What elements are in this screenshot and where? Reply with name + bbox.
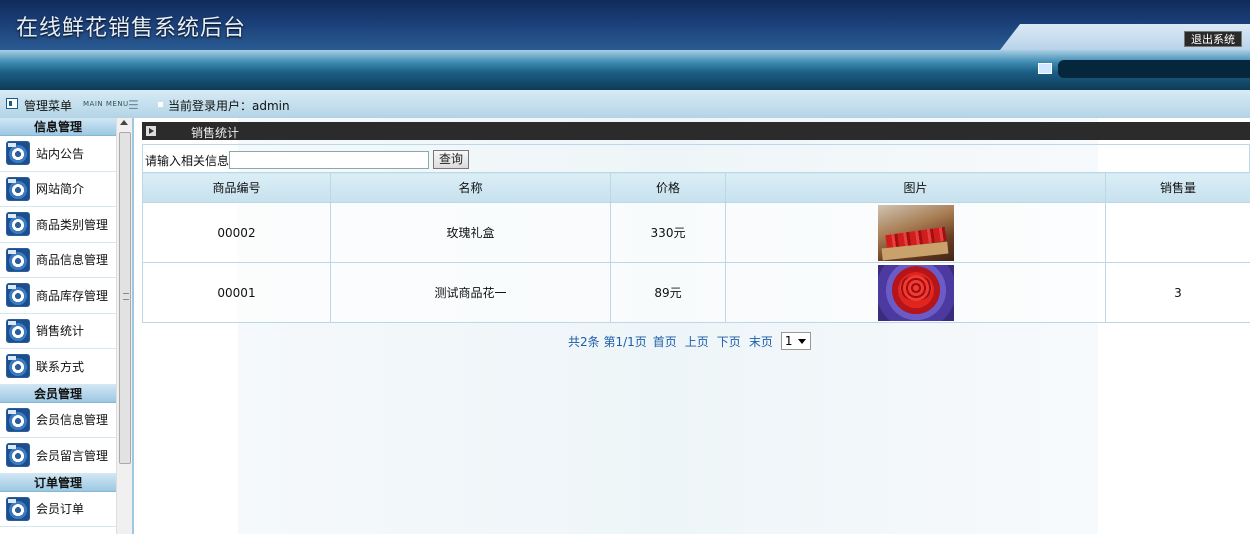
pager-next-link[interactable]: 下页 <box>717 333 741 350</box>
sidebar-section-members[interactable]: 会员管理 <box>0 384 116 403</box>
pager-summary: 共2条 第1/1页 <box>568 334 647 349</box>
cell-sales: 3 <box>1105 262 1250 323</box>
gear-icon <box>6 496 30 521</box>
sidebar-menu: 信息管理 站内公告 网站简介 商品类别管理 商品信息管理 商品库存管理 销售统计… <box>0 118 116 527</box>
main-content: 销售统计 请输入相关信息: 查询 商品编号 名称 价格 图片 销售量 00002… <box>134 118 1250 534</box>
cell-sales <box>1105 202 1250 263</box>
sidebar-item-category-management[interactable]: 商品类别管理 <box>0 207 116 243</box>
sidebar-item-contact[interactable]: 联系方式 <box>0 349 116 385</box>
sidebar-item-member-messages[interactable]: 会员留言管理 <box>0 438 116 474</box>
pager-first-link[interactable]: 首页 <box>653 333 677 350</box>
bullet-icon <box>158 102 163 107</box>
sidebar-item-label: 销售统计 <box>36 324 85 339</box>
nav-slot <box>1058 60 1250 78</box>
play-icon <box>146 126 156 136</box>
gear-icon <box>6 141 30 166</box>
cell-price: 89元 <box>610 262 726 323</box>
gear-icon <box>6 443 30 468</box>
nav-bar <box>0 50 1250 90</box>
sidebar-item-label: 会员留言管理 <box>36 448 109 463</box>
gear-icon <box>6 407 30 432</box>
app-title: 在线鲜花销售系统后台 <box>16 16 247 41</box>
gear-icon <box>6 176 30 201</box>
sidebar-section-orders[interactable]: 订单管理 <box>0 473 116 492</box>
sidebar-item-site-intro[interactable]: 网站简介 <box>0 172 116 207</box>
panel-title: 销售统计 <box>191 126 240 140</box>
menu-label-en: MAIN MENU <box>83 100 129 108</box>
panel-title-bar: 销售统计 <box>142 122 1250 140</box>
gear-icon <box>6 247 30 272</box>
search-input[interactable] <box>229 151 429 169</box>
app-header: 在线鲜花销售系统后台 退出系统 <box>0 0 1250 50</box>
current-user-label: 当前登录用户：admin <box>168 99 290 113</box>
product-image[interactable] <box>877 204 954 261</box>
page-select[interactable]: 1 <box>780 332 811 350</box>
sales-table: 商品编号 名称 价格 图片 销售量 00002 玫瑰礼盒 330元 00001 … <box>142 172 1250 323</box>
sidebar-item-label: 商品信息管理 <box>36 253 109 268</box>
scroll-thumb[interactable] <box>119 132 131 464</box>
column-header-name: 名称 <box>330 172 611 203</box>
pagination: 共2条 第1/1页 首页 上页 下页 末页 1 <box>568 332 811 350</box>
sidebar-item-label: 网站简介 <box>36 182 85 197</box>
sidebar: 信息管理 站内公告 网站简介 商品类别管理 商品信息管理 商品库存管理 销售统计… <box>0 118 134 534</box>
menu-toggle-icon[interactable]: ☰ <box>128 98 139 112</box>
column-header-id: 商品编号 <box>142 172 331 203</box>
gear-icon <box>6 283 30 308</box>
scroll-up-arrow-icon[interactable] <box>120 120 128 125</box>
column-header-sales: 销售量 <box>1105 172 1250 203</box>
cell-id: 00001 <box>142 262 331 323</box>
sidebar-item-member-info[interactable]: 会员信息管理 <box>0 403 116 438</box>
cell-image <box>725 202 1106 263</box>
table-row: 00002 玫瑰礼盒 330元 <box>142 202 1250 263</box>
sidebar-item-member-orders[interactable]: 会员订单 <box>0 492 116 527</box>
gear-icon <box>6 318 30 343</box>
info-bar: 管理菜单 MAIN MENU ☰ 当前登录用户：admin <box>0 90 1250 118</box>
pager-prev-link[interactable]: 上页 <box>685 333 709 350</box>
page-select-value: 1 <box>784 334 793 348</box>
sidebar-item-label: 联系方式 <box>36 359 85 374</box>
logout-button[interactable]: 退出系统 <box>1184 31 1242 47</box>
sidebar-section-info[interactable]: 信息管理 <box>0 118 116 136</box>
menu-label: 管理菜单 <box>24 99 73 113</box>
cell-name: 测试商品花一 <box>330 262 611 323</box>
sidebar-item-label: 会员订单 <box>36 502 85 517</box>
chevron-down-icon <box>798 338 807 344</box>
search-row: 请输入相关信息: 查询 <box>142 144 1250 172</box>
product-image[interactable] <box>877 264 954 321</box>
gear-icon <box>6 212 30 237</box>
table-row: 00001 测试商品花一 89元 3 <box>142 262 1250 323</box>
column-header-price: 价格 <box>610 172 726 203</box>
gear-icon <box>6 354 30 379</box>
scroll-grip-icon <box>123 293 129 300</box>
cell-id: 00002 <box>142 202 331 263</box>
column-header-image: 图片 <box>725 172 1106 203</box>
cell-price: 330元 <box>610 202 726 263</box>
sidebar-item-label: 商品类别管理 <box>36 217 109 232</box>
sidebar-item-inventory-management[interactable]: 商品库存管理 <box>0 278 116 314</box>
sidebar-scrollbar[interactable] <box>116 118 132 534</box>
sidebar-item-announcements[interactable]: 站内公告 <box>0 136 116 172</box>
search-button[interactable]: 查询 <box>433 150 469 169</box>
sidebar-item-label: 商品库存管理 <box>36 288 109 303</box>
menu-icon <box>6 98 18 109</box>
screen-icon <box>1038 63 1052 74</box>
sidebar-item-label: 会员信息管理 <box>36 413 109 428</box>
table-header-row: 商品编号 名称 价格 图片 销售量 <box>142 172 1250 203</box>
cell-name: 玫瑰礼盒 <box>330 202 611 263</box>
sidebar-item-label: 站内公告 <box>36 146 85 161</box>
sidebar-item-product-management[interactable]: 商品信息管理 <box>0 243 116 278</box>
cell-image <box>725 262 1106 323</box>
pager-last-link[interactable]: 末页 <box>749 333 773 350</box>
search-label: 请输入相关信息: <box>145 154 234 168</box>
sidebar-item-sales-stats[interactable]: 销售统计 <box>0 314 116 349</box>
